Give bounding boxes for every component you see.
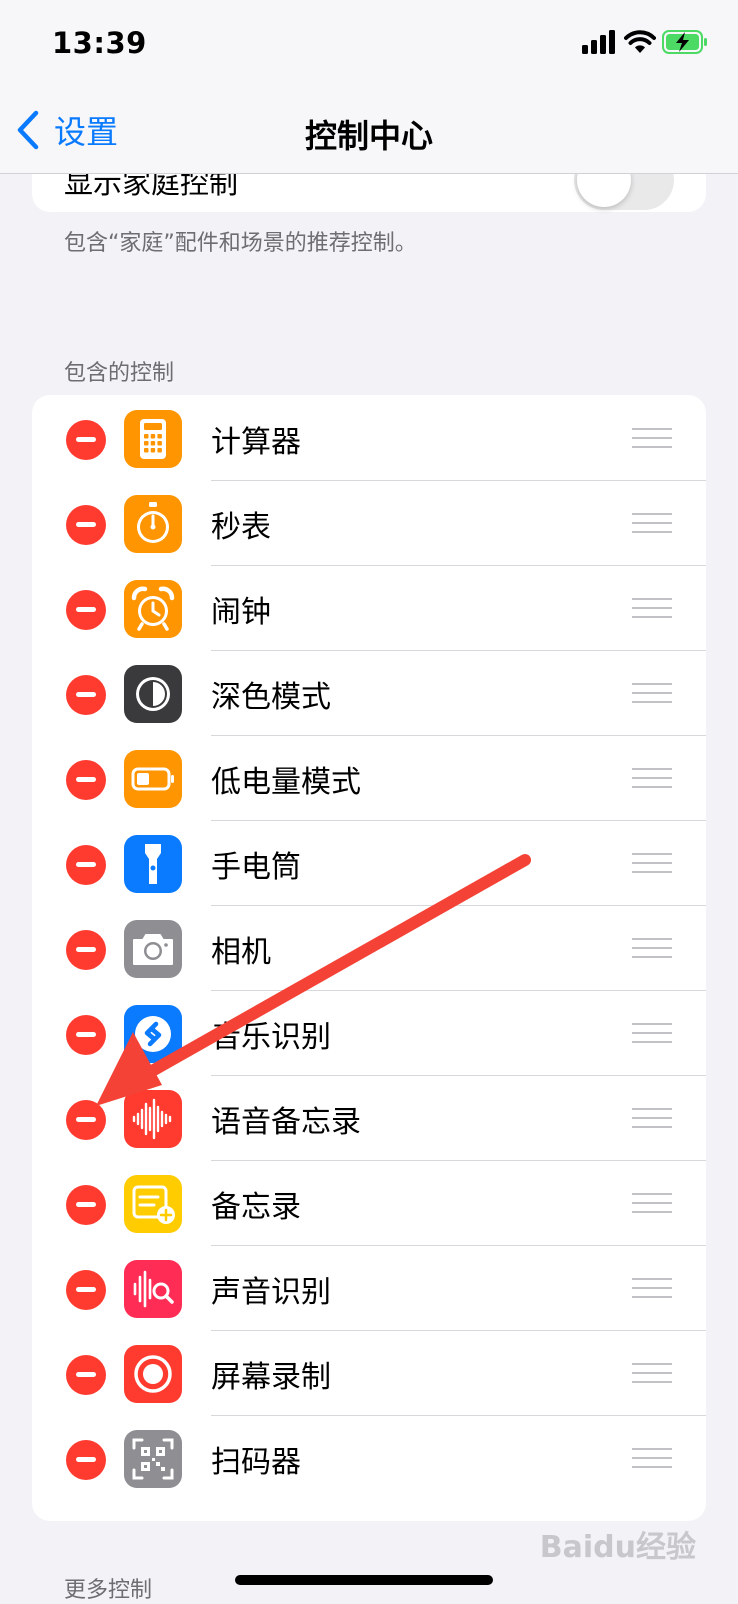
calculator-icon bbox=[124, 410, 182, 468]
wifi-icon bbox=[624, 30, 656, 53]
cellular-signal-icon bbox=[582, 30, 615, 54]
sound-recognition-icon bbox=[124, 1260, 182, 1318]
control-label: 扫码器 bbox=[211, 1445, 301, 1480]
home-controls-footer: 包含“家庭”配件和场景的推荐控制。 bbox=[64, 231, 417, 256]
list-item[interactable]: 秒表 bbox=[32, 480, 706, 566]
control-label: 声音识别 bbox=[211, 1275, 331, 1310]
remove-button[interactable] bbox=[66, 1270, 106, 1310]
list-item[interactable]: 低电量模式 bbox=[32, 735, 706, 821]
remove-button[interactable] bbox=[66, 1355, 106, 1395]
remove-button[interactable] bbox=[66, 420, 106, 460]
list-item[interactable]: 计算器 bbox=[32, 395, 706, 481]
list-item[interactable]: 手电筒 bbox=[32, 820, 706, 906]
reorder-handle[interactable] bbox=[632, 428, 672, 448]
control-label: 深色模式 bbox=[211, 680, 331, 715]
reorder-handle[interactable] bbox=[632, 1108, 672, 1128]
reorder-handle[interactable] bbox=[632, 1363, 672, 1383]
control-label: 相机 bbox=[211, 935, 271, 970]
status-time: 13:39 bbox=[52, 26, 147, 60]
remove-button[interactable] bbox=[66, 845, 106, 885]
control-label: 屏幕录制 bbox=[211, 1360, 331, 1395]
home-indicator bbox=[235, 1575, 493, 1585]
reorder-handle[interactable] bbox=[632, 768, 672, 788]
remove-button[interactable] bbox=[66, 1015, 106, 1055]
reorder-handle[interactable] bbox=[632, 1448, 672, 1468]
flashlight-icon bbox=[124, 835, 182, 893]
reorder-handle[interactable] bbox=[632, 938, 672, 958]
remove-button[interactable] bbox=[66, 505, 106, 545]
low-power-icon bbox=[124, 750, 182, 808]
list-item[interactable]: 闹钟 bbox=[32, 565, 706, 651]
control-label: 秒表 bbox=[211, 510, 271, 545]
reorder-handle[interactable] bbox=[632, 853, 672, 873]
control-label: 手电筒 bbox=[211, 850, 301, 885]
list-item[interactable]: 扫码器 bbox=[32, 1415, 706, 1501]
stopwatch-icon bbox=[124, 495, 182, 553]
camera-icon bbox=[124, 920, 182, 978]
nav-bar: 设置 控制中心 bbox=[0, 95, 738, 174]
reorder-handle[interactable] bbox=[632, 513, 672, 533]
reorder-handle[interactable] bbox=[632, 1278, 672, 1298]
included-controls-list: 计算器 秒表 闹钟 深色模式 低电量模式 手电筒 相机 音乐识别 语音备忘录 备… bbox=[32, 395, 706, 1521]
reorder-handle[interactable] bbox=[632, 1193, 672, 1213]
control-label: 低电量模式 bbox=[211, 765, 361, 800]
dark-mode-icon bbox=[124, 665, 182, 723]
alarm-icon bbox=[124, 580, 182, 638]
notes-icon bbox=[124, 1175, 182, 1233]
reorder-handle[interactable] bbox=[632, 683, 672, 703]
list-item[interactable]: 语音备忘录 bbox=[32, 1075, 706, 1161]
remove-button[interactable] bbox=[66, 1185, 106, 1225]
screen-record-icon bbox=[124, 1345, 182, 1403]
control-label: 音乐识别 bbox=[211, 1020, 331, 1055]
page-title: 控制中心 bbox=[304, 117, 433, 155]
control-label: 闹钟 bbox=[211, 595, 271, 630]
status-bar: 13:39 bbox=[0, 0, 738, 95]
remove-button[interactable] bbox=[66, 1440, 106, 1480]
reorder-handle[interactable] bbox=[632, 598, 672, 618]
remove-button[interactable] bbox=[66, 590, 106, 630]
list-item[interactable]: 屏幕录制 bbox=[32, 1330, 706, 1416]
included-controls-header: 包含的控制 bbox=[64, 361, 175, 386]
list-item[interactable]: 深色模式 bbox=[32, 650, 706, 736]
remove-button[interactable] bbox=[66, 760, 106, 800]
control-label: 备忘录 bbox=[211, 1190, 301, 1225]
list-item[interactable]: 声音识别 bbox=[32, 1245, 706, 1331]
control-label: 语音备忘录 bbox=[211, 1105, 361, 1140]
remove-button[interactable] bbox=[66, 930, 106, 970]
list-item[interactable]: 备忘录 bbox=[32, 1160, 706, 1246]
shazam-icon bbox=[124, 1005, 182, 1063]
control-label: 计算器 bbox=[211, 425, 301, 460]
more-controls-header: 更多控制 bbox=[64, 1578, 153, 1603]
watermark: Baidu经验 bbox=[539, 1530, 696, 1565]
battery-charging-icon bbox=[662, 30, 707, 54]
remove-button[interactable] bbox=[66, 1100, 106, 1140]
qr-scanner-icon bbox=[124, 1430, 182, 1488]
remove-button[interactable] bbox=[66, 675, 106, 715]
list-item[interactable]: 音乐识别 bbox=[32, 990, 706, 1076]
reorder-handle[interactable] bbox=[632, 1023, 672, 1043]
list-item[interactable]: 相机 bbox=[32, 905, 706, 991]
voice-memo-icon bbox=[124, 1090, 182, 1148]
